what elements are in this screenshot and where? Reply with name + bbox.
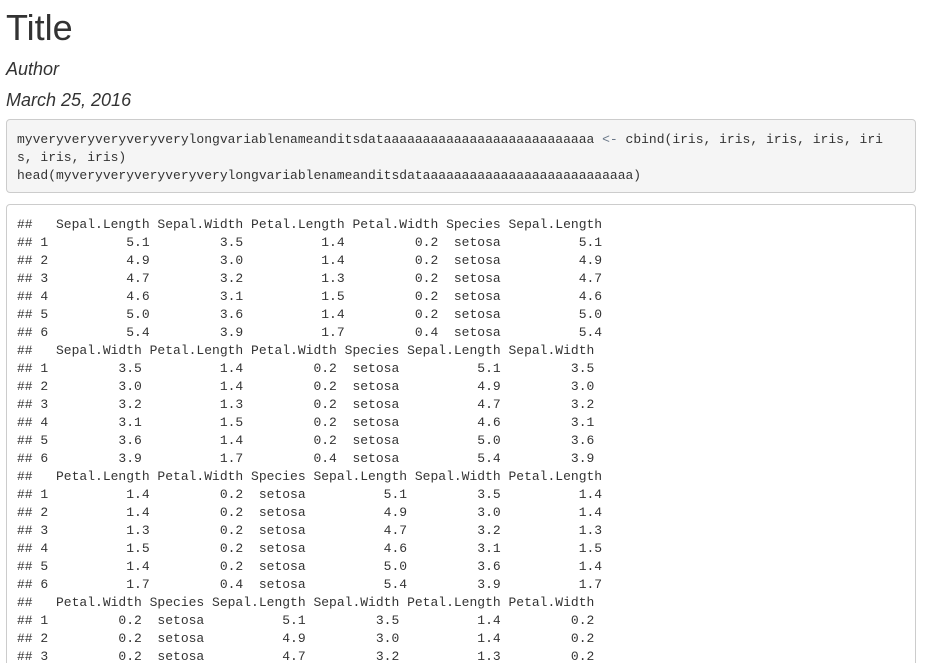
- output-line: ## 1 0.2 setosa 5.1 3.5 1.4 0.2: [17, 613, 595, 628]
- output-line: ## 2 0.2 setosa 4.9 3.0 1.4 0.2: [17, 631, 595, 646]
- code-line-2: s, iris, iris): [17, 150, 127, 165]
- output-line: ## 6 3.9 1.7 0.4 setosa 5.4 3.9: [17, 451, 595, 466]
- output-line: ## 3 3.2 1.3 0.2 setosa 4.7 3.2: [17, 397, 595, 412]
- code-line-1-call: cbind(iris, iris, iris, iris, iri: [625, 132, 883, 147]
- output-line: ## 6 1.7 0.4 setosa 5.4 3.9 1.7: [17, 577, 603, 592]
- document-title: Title: [6, 7, 73, 48]
- output-line: ## 6 5.4 3.9 1.7 0.4 setosa 5.4: [17, 325, 603, 340]
- code-line-3: head(myveryveryveryveryverylongvariablen…: [17, 168, 642, 183]
- output-line: ## 5 1.4 0.2 setosa 5.0 3.6 1.4: [17, 559, 603, 574]
- output-line: ## 3 4.7 3.2 1.3 0.2 setosa 4.7: [17, 271, 603, 286]
- output-line: ## 1 1.4 0.2 setosa 5.1 3.5 1.4: [17, 487, 603, 502]
- code-line-1-variable: myveryveryveryveryverylongvariablenamean…: [17, 132, 595, 147]
- code-line-1-assign-operator: <-: [594, 132, 626, 147]
- output-line: ## 5 5.0 3.6 1.4 0.2 setosa 5.0: [17, 307, 603, 322]
- output-line: ## 5 3.6 1.4 0.2 setosa 5.0 3.6: [17, 433, 595, 448]
- output-text: ## Sepal.Length Sepal.Width Petal.Length…: [17, 216, 905, 663]
- output-line: ## 1 5.1 3.5 1.4 0.2 setosa 5.1: [17, 235, 603, 250]
- output-line: ## Petal.Width Species Sepal.Length Sepa…: [17, 595, 595, 610]
- output-line: ## 4 1.5 0.2 setosa 4.6 3.1 1.5: [17, 541, 603, 556]
- output-line: ## 1 3.5 1.4 0.2 setosa 5.1 3.5: [17, 361, 595, 376]
- document-date: March 25, 2016: [6, 90, 132, 110]
- output-line: ## Sepal.Width Petal.Length Petal.Width …: [17, 343, 595, 358]
- code-text: myveryveryveryveryverylongvariablenamean…: [17, 131, 905, 185]
- output-line: ## Sepal.Length Sepal.Width Petal.Length…: [17, 217, 603, 232]
- r-code-chunk: myveryveryveryveryverylongvariablenamean…: [6, 119, 916, 193]
- output-line: ## 3 1.3 0.2 setosa 4.7 3.2 1.3: [17, 523, 603, 538]
- r-output-chunk: ## Sepal.Length Sepal.Width Petal.Length…: [6, 204, 916, 663]
- output-line: ## 4 4.6 3.1 1.5 0.2 setosa 4.6: [17, 289, 603, 304]
- output-line: ## 3 0.2 setosa 4.7 3.2 1.3 0.2: [17, 649, 595, 663]
- output-line: ## 2 1.4 0.2 setosa 4.9 3.0 1.4: [17, 505, 603, 520]
- output-line: ## 4 3.1 1.5 0.2 setosa 4.6 3.1: [17, 415, 595, 430]
- output-line: ## Petal.Length Petal.Width Species Sepa…: [17, 469, 603, 484]
- output-line: ## 2 4.9 3.0 1.4 0.2 setosa 4.9: [17, 253, 603, 268]
- document-author: Author: [6, 59, 60, 79]
- output-line: ## 2 3.0 1.4 0.2 setosa 4.9 3.0: [17, 379, 595, 394]
